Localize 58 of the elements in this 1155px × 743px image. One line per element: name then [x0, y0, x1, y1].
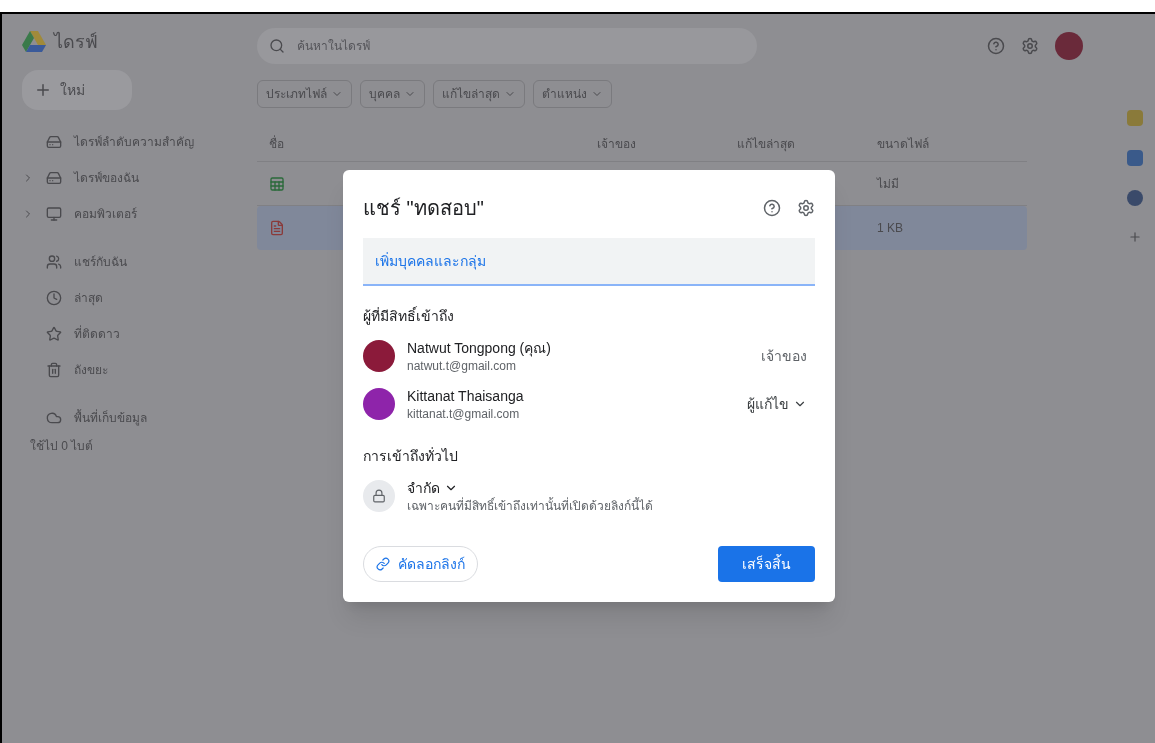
new-button[interactable]: ใหม่	[22, 70, 132, 110]
sidebar-item[interactable]: ถังขยะ	[38, 354, 116, 386]
plus-icon[interactable]	[1128, 230, 1142, 244]
cloud-icon	[46, 410, 62, 426]
storage-label: พื้นที่เก็บข้อมูล	[74, 410, 147, 426]
storage-usage: ใช้ไป 0 ไบต์	[30, 438, 95, 454]
role-dropdown[interactable]: ผู้แก้ไข	[739, 388, 815, 420]
sidebar-item[interactable]: ไดรฟ์ของฉัน	[38, 162, 147, 194]
plus-icon	[34, 81, 52, 99]
search-icon	[269, 38, 285, 54]
column-header[interactable]: เจ้าของ	[597, 135, 737, 152]
column-header[interactable]: ขนาดไฟล์	[877, 135, 1017, 152]
filter-chip[interactable]: ประเภทไฟล์	[257, 80, 352, 108]
document-icon	[269, 220, 285, 236]
settings-icon[interactable]	[1021, 37, 1039, 55]
size-cell: ไม่มี	[877, 175, 899, 192]
role-label: เจ้าของ	[760, 347, 808, 366]
done-button[interactable]: เสร็จสิ้น	[718, 546, 815, 582]
sidebar-item[interactable]: คอมพิวเตอร์	[38, 198, 145, 230]
nav-icon	[46, 326, 62, 342]
nav-icon	[46, 254, 62, 270]
nav-icon	[46, 170, 62, 186]
sidebar-item[interactable]: ไดรฟ์ลำดับความสำคัญ	[38, 126, 202, 158]
dialog-title: แชร์ "ทดสอบ"	[363, 196, 485, 221]
person-name: Natwut Tongpong (คุณ)	[407, 339, 552, 358]
help-icon[interactable]	[763, 199, 781, 217]
filter-chip[interactable]: ตำแหน่ง	[533, 80, 612, 108]
person-email: natwut.t@gmail.com	[407, 358, 517, 374]
nav-icon	[46, 362, 62, 378]
nav-icon	[46, 206, 62, 222]
sidebar-item[interactable]: ล่าสุด	[38, 282, 111, 314]
drive-logo-icon	[22, 31, 46, 53]
section-heading: ผู้ที่มีสิทธิ์เข้าถึง	[363, 306, 455, 326]
nav-icon	[46, 134, 62, 150]
person-name: Kittanat Thaisanga	[407, 387, 525, 406]
access-dropdown[interactable]: จำกัด	[407, 478, 458, 498]
nav-icon	[46, 290, 62, 306]
search-field[interactable]: ค้นหาในไดรฟ์	[257, 28, 757, 64]
add-people-field[interactable]: เพิ่มบุคคลและกลุ่ม	[363, 238, 815, 286]
sidebar-item[interactable]: ที่ติดดาว	[38, 318, 128, 350]
avatar[interactable]	[1055, 32, 1083, 60]
link-icon	[376, 557, 390, 571]
section-heading: การเข้าถึงทั่วไป	[363, 446, 459, 466]
help-icon[interactable]	[987, 37, 1005, 55]
column-header[interactable]: แก้ไขล่าสุด	[737, 135, 877, 152]
sidebar-item[interactable]: แชร์กับฉัน	[38, 246, 135, 278]
filter-chip[interactable]: แก้ไขล่าสุด	[433, 80, 525, 108]
size-cell: 1 KB	[877, 220, 903, 236]
access-description: เฉพาะคนที่มีสิทธิ์เข้าถึงเท่านั้นที่เปิดด้วยลิงก์นี้ได้	[407, 498, 653, 514]
side-app-icon[interactable]	[1127, 150, 1143, 166]
spreadsheet-icon	[269, 175, 285, 192]
side-app-icon[interactable]	[1127, 190, 1143, 206]
person-email: kittanat.t@gmail.com	[407, 406, 521, 422]
settings-icon[interactable]	[797, 199, 815, 217]
lock-icon	[372, 489, 386, 503]
app-name: ไดรฟ์	[54, 31, 98, 54]
filter-chip[interactable]: บุคคล	[360, 80, 425, 108]
column-header[interactable]: ชื่อ	[257, 135, 597, 152]
